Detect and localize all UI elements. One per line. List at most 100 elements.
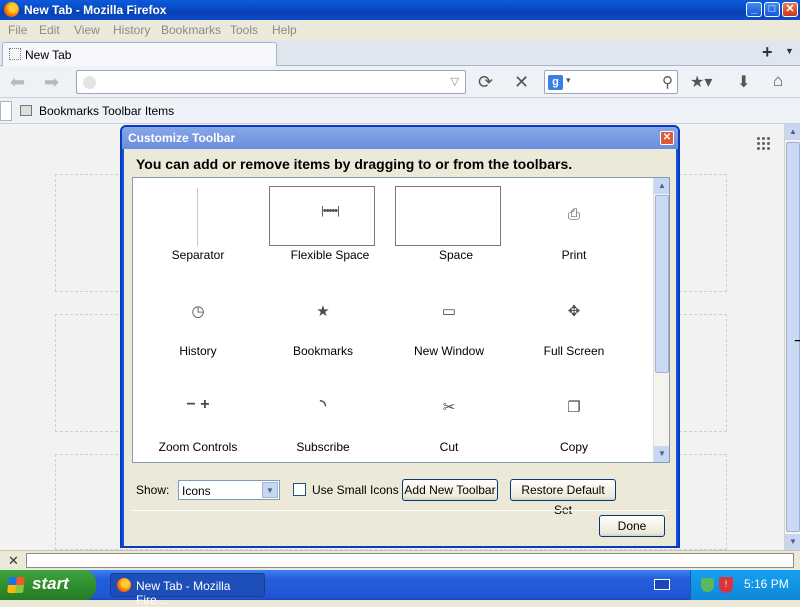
palette-scroll-thumb[interactable]	[655, 195, 669, 373]
restore-default-set-button[interactable]: Restore Default Set	[510, 479, 616, 517]
fullscreen-icon: ✥	[567, 303, 581, 320]
palette-scroll-down-button[interactable]: ▼	[654, 446, 669, 462]
menu-file[interactable]: File	[8, 23, 27, 37]
palette-item-label: Flexible Space	[290, 248, 370, 262]
palette-item-copy[interactable]: ❐ Copy	[511, 370, 637, 460]
show-select[interactable]: Icons ▼	[178, 480, 280, 500]
search-icon[interactable]: ⚲	[662, 73, 673, 91]
scroll-up-button[interactable]: ▲	[785, 124, 800, 140]
show-label: Show:	[136, 483, 170, 497]
site-identity-icon	[83, 76, 96, 89]
menu-view[interactable]: View	[74, 23, 100, 37]
palette-item-label: Full Screen	[543, 344, 605, 358]
forward-button[interactable]: ➡	[44, 72, 59, 93]
bookmarks-toolbar: Bookmarks Toolbar Items	[0, 98, 800, 124]
menu-bookmarks[interactable]: Bookmarks	[161, 23, 221, 37]
palette-item-space[interactable]: Space	[393, 178, 519, 268]
palette-item-flexible-space[interactable]: |•••••| Flexible Space	[267, 178, 393, 268]
bookmark-star-icon: ★	[316, 303, 330, 320]
toolbar-edge	[0, 101, 12, 121]
palette-item-label: Subscribe	[296, 440, 350, 454]
use-small-icons-checkbox[interactable]	[293, 483, 306, 496]
menu-history[interactable]: History	[113, 23, 150, 37]
close-button[interactable]: ✕	[782, 2, 798, 17]
back-button[interactable]: ⬅	[10, 72, 25, 93]
downloads-button[interactable]: ⬇	[737, 72, 750, 92]
palette-item-label: History	[179, 344, 217, 358]
palette-scroll-up-button[interactable]: ▲	[654, 178, 669, 194]
find-bar: ✕	[0, 550, 800, 570]
window-title: New Tab - Mozilla Firefox	[24, 3, 167, 17]
grid-icon[interactable]	[756, 136, 770, 150]
palette-item-label: Zoom Controls	[158, 440, 238, 454]
printer-icon: ⎙	[567, 206, 580, 223]
chevron-down-icon[interactable]: ▼	[262, 482, 278, 498]
menu-edit[interactable]: Edit	[39, 23, 60, 37]
dialog-close-button[interactable]: ✕	[660, 131, 674, 145]
dialog-body: You can add or remove items by dragging …	[124, 149, 676, 546]
use-small-icons-label[interactable]: Use Small Icons	[312, 483, 399, 497]
blank-page-icon	[9, 48, 21, 60]
find-input[interactable]	[26, 553, 794, 568]
palette-item-history[interactable]: ◷ History	[135, 274, 261, 364]
url-history-dropdown-icon[interactable]: ▽	[451, 75, 459, 88]
search-bar[interactable]: g ▾ ⚲	[544, 70, 678, 94]
taskbar-item-firefox[interactable]: New Tab - Mozilla Fire...	[110, 573, 265, 607]
separator-icon	[197, 188, 198, 246]
security-shield-icon[interactable]: !	[719, 577, 733, 593]
palette-item-new-window[interactable]: ▭ New Window	[386, 274, 512, 364]
add-new-toolbar-button[interactable]: Add New Toolbar	[402, 479, 498, 501]
network-shield-icon[interactable]	[701, 578, 714, 592]
firefox-logo-icon	[117, 578, 131, 592]
tab-list-button[interactable]: ▼	[785, 46, 794, 56]
dialog-titlebar[interactable]: Customize Toolbar ✕	[122, 127, 678, 149]
dialog-heading: You can add or remove items by dragging …	[136, 156, 573, 172]
window-titlebar[interactable]: New Tab - Mozilla Firefox _ □ ✕	[0, 0, 800, 20]
navigation-toolbar: ⬅ ➡ ▽ ⟳ ✕ g ▾ ⚲ ★▾ ⬇ ⌂	[0, 66, 800, 98]
home-button[interactable]: ⌂	[773, 71, 783, 91]
palette-item-label: Bookmarks	[292, 344, 354, 358]
maximize-button[interactable]: □	[764, 2, 780, 17]
palette-item-cut[interactable]: ✂ Cut	[386, 370, 512, 460]
menu-help[interactable]: Help	[272, 23, 297, 37]
palette-scrollbar[interactable]: ▲ ▼	[653, 178, 669, 462]
tab-new-tab[interactable]: New Tab	[2, 42, 277, 66]
clock-icon: ◷	[191, 303, 205, 320]
windows-logo-icon	[7, 577, 25, 593]
minimize-button[interactable]: _	[746, 2, 762, 17]
palette-item-full-screen[interactable]: ✥ Full Screen	[511, 274, 637, 364]
reload-button[interactable]: ⟳	[478, 72, 493, 93]
done-button[interactable]: Done	[599, 515, 665, 537]
windows-taskbar: start New Tab - Mozilla Fire... ! 5:16 P…	[0, 570, 800, 607]
search-engine-dropdown-icon[interactable]: ▾	[566, 75, 571, 86]
tab-label: New Tab	[25, 48, 72, 62]
keyboard-icon[interactable]	[654, 579, 670, 590]
bookmarks-menu-button[interactable]: ★▾	[690, 72, 722, 92]
palette-item-zoom-controls[interactable]: − + Zoom Controls	[135, 370, 261, 460]
menu-tools[interactable]: Tools	[230, 23, 258, 37]
palette-item-subscribe[interactable]: ◝ Subscribe	[260, 370, 386, 460]
customize-toolbar-dialog: Customize Toolbar ✕ You can add or remov…	[120, 125, 680, 548]
clock[interactable]: 5:16 PM	[744, 577, 789, 591]
scroll-down-button[interactable]: ▼	[785, 534, 800, 550]
menu-bar: File Edit View History Bookmarks Tools H…	[0, 20, 800, 40]
mouse-cursor-icon: ⇥	[794, 332, 800, 348]
rss-icon: ◝	[320, 397, 326, 414]
find-bar-close-icon[interactable]: ✕	[8, 553, 19, 569]
palette-item-separator[interactable]: Separator	[135, 178, 261, 268]
space-frame	[395, 186, 501, 246]
url-bar[interactable]: ▽	[76, 70, 466, 94]
palette-item-print[interactable]: ⎙ Print	[511, 178, 637, 268]
bookmarks-toolbar-items[interactable]: Bookmarks Toolbar Items	[39, 104, 174, 118]
scissors-icon: ✂	[442, 399, 456, 416]
palette-item-label: Copy	[559, 440, 588, 454]
copy-icon: ❐	[567, 399, 581, 416]
palette-item-label: New Window	[413, 344, 485, 358]
new-tab-button[interactable]: +	[762, 42, 773, 63]
window-icon: ▭	[441, 303, 457, 320]
palette-item-bookmarks[interactable]: ★ Bookmarks	[260, 274, 386, 364]
start-button[interactable]: start	[0, 570, 96, 600]
search-engine-icon[interactable]: g	[548, 75, 563, 90]
stop-button[interactable]: ✕	[514, 72, 529, 93]
palette-item-label: Print	[561, 248, 587, 262]
